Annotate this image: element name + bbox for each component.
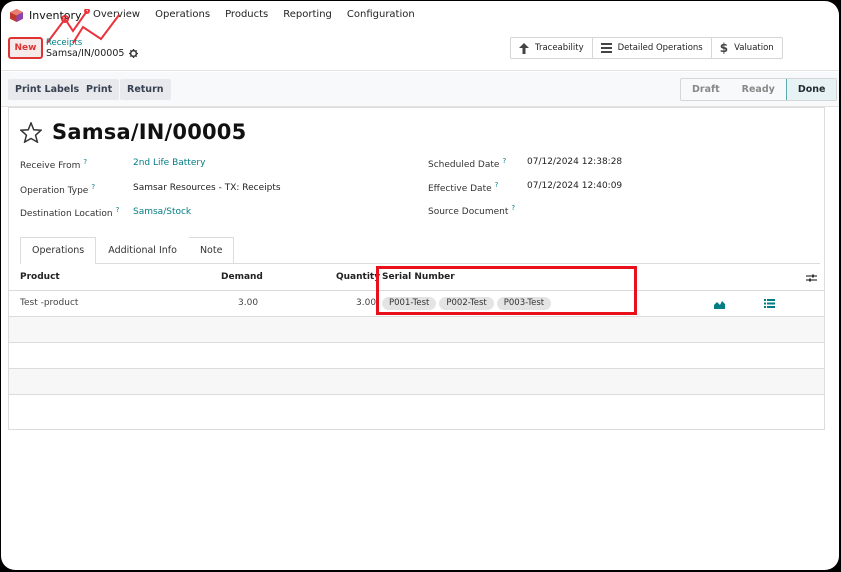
inventory-app-icon[interactable] (10, 9, 23, 22)
cell-demand: 3.00 (238, 298, 259, 308)
form-sheet: Samsa/IN/00005 Receive From? 2nd Life Ba… (8, 107, 825, 430)
main-menu: Overview Operations Products Reporting C… (93, 9, 415, 20)
traceability-label: Traceability (535, 43, 584, 53)
breadcrumb[interactable]: Receipts (46, 38, 82, 48)
record-name: Samsa/IN/00005 (46, 48, 139, 59)
new-button[interactable]: New (8, 37, 43, 59)
tab-note[interactable]: Note (188, 237, 235, 263)
column-quantity[interactable]: Quantity (336, 272, 380, 282)
traceability-button[interactable]: Traceability (511, 38, 593, 58)
status-ready[interactable]: Ready (731, 79, 786, 100)
status-bar: Draft Ready Done (680, 78, 838, 101)
app-window: Inventory Overview Operations Products R… (1, 1, 839, 570)
source-document-label: Source Document? (428, 204, 516, 217)
detailed-operations-label: Detailed Operations (617, 43, 703, 53)
empty-row (9, 369, 824, 395)
print-labels-button[interactable]: Print Labels (8, 79, 87, 100)
list-icon (600, 43, 612, 53)
cell-serial-numbers[interactable]: P001-Test P002-Test P003-Test (382, 297, 554, 310)
menu-configuration[interactable]: Configuration (347, 9, 415, 20)
table-header: Product Demand Quantity Serial Number (9, 265, 824, 291)
receive-from-field[interactable]: 2nd Life Battery (133, 158, 205, 168)
forecast-chart-icon[interactable] (714, 299, 725, 309)
app-name[interactable]: Inventory (29, 9, 82, 22)
arrow-up-icon (519, 42, 529, 54)
effective-date-field[interactable]: 07/12/2024 12:40:09 (527, 181, 622, 191)
empty-row (9, 395, 824, 429)
destination-label: Destination Location? (20, 206, 120, 219)
column-serial-number[interactable]: Serial Number (382, 272, 455, 282)
column-demand[interactable]: Demand (221, 272, 263, 282)
scheduled-date-field[interactable]: 07/12/2024 12:38:28 (527, 157, 622, 167)
empty-row (9, 343, 824, 369)
operation-type-field[interactable]: Samsar Resources - TX: Receipts (133, 183, 281, 193)
table-row[interactable]: Test -product 3.00 3.00 P001-Test P002-Te… (9, 291, 824, 317)
notebook-tabs: Operations Additional Info Note (20, 237, 820, 264)
status-done[interactable]: Done (785, 79, 837, 100)
action-bar: Print Labels Print Return Draft Ready Do… (1, 72, 839, 107)
page-title: Samsa/IN/00005 (52, 120, 247, 144)
receive-from-label: Receive From? (20, 158, 88, 171)
serial-tag[interactable]: P003-Test (496, 297, 552, 310)
cell-product: Test -product (20, 298, 79, 308)
column-settings-icon[interactable] (806, 273, 817, 283)
top-navbar: Inventory Overview Operations Products R… (1, 1, 839, 44)
menu-operations[interactable]: Operations (155, 9, 210, 20)
record-name-label: Samsa/IN/00005 (46, 48, 125, 59)
return-button[interactable]: Return (120, 79, 171, 100)
detailed-operations-button[interactable]: Detailed Operations (593, 38, 712, 58)
serial-tag[interactable]: P002-Test (439, 297, 494, 310)
menu-products[interactable]: Products (225, 9, 268, 20)
effective-date-label: Effective Date? (428, 181, 499, 194)
tab-operations[interactable]: Operations (20, 237, 97, 264)
menu-overview[interactable]: Overview (93, 9, 140, 20)
smart-buttons: Traceability Detailed Operations $ Valua… (510, 37, 783, 59)
status-draft[interactable]: Draft (681, 79, 731, 100)
dollar-icon: $ (719, 41, 729, 55)
valuation-button[interactable]: $ Valuation (712, 38, 782, 58)
tab-additional-info[interactable]: Additional Info (96, 237, 189, 263)
menu-reporting[interactable]: Reporting (283, 9, 332, 20)
destination-field[interactable]: Samsa/Stock (133, 207, 191, 217)
record-title: Samsa/IN/00005 (20, 120, 246, 144)
column-product[interactable]: Product (20, 272, 60, 282)
control-panel: New Receipts Samsa/IN/00005 Traceability (1, 31, 839, 71)
details-list-icon[interactable] (764, 299, 775, 308)
valuation-label: Valuation (734, 43, 774, 53)
gear-icon[interactable] (129, 49, 139, 58)
operation-type-label: Operation Type? (20, 183, 96, 196)
scheduled-date-label: Scheduled Date? (428, 157, 507, 170)
cell-quantity[interactable]: 3.00 (356, 298, 376, 308)
print-button[interactable]: Print (79, 79, 120, 100)
empty-row (9, 317, 824, 343)
star-icon[interactable] (20, 121, 42, 143)
serial-tag[interactable]: P001-Test (382, 297, 437, 310)
